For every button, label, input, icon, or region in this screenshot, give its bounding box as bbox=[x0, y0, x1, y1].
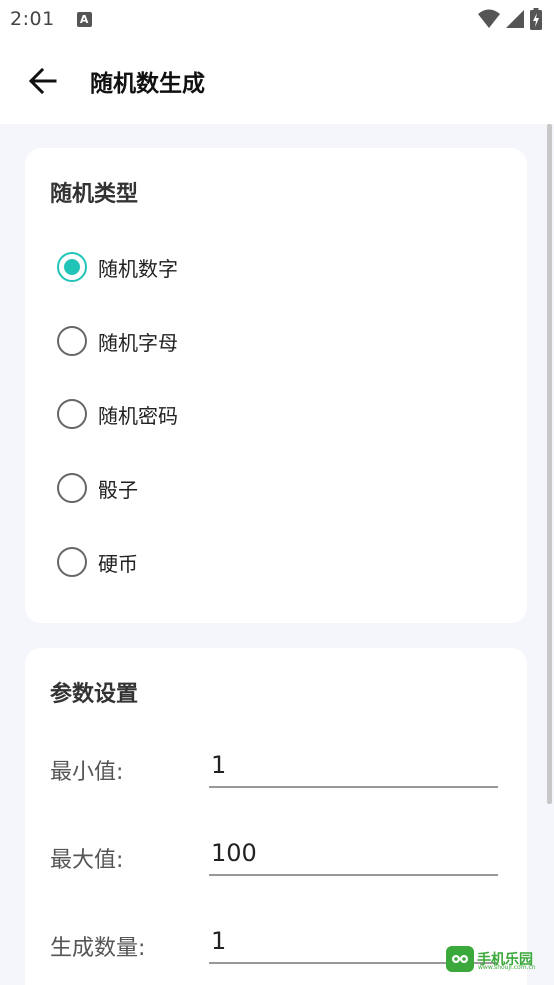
radio-label: 硬币 bbox=[98, 551, 138, 576]
max-value-input[interactable] bbox=[209, 832, 498, 876]
radio-dice[interactable]: 骰子 bbox=[57, 468, 138, 508]
radio-random-letter[interactable]: 随机字母 bbox=[57, 321, 178, 361]
watermark: 手机乐园 www.shouji.com.cn bbox=[446, 944, 550, 974]
radio-label: 随机数字 bbox=[98, 256, 178, 281]
notification-icon: A bbox=[76, 11, 92, 27]
radio-coin[interactable]: 硬币 bbox=[57, 542, 138, 582]
page-title: 随机数生成 bbox=[90, 71, 205, 97]
min-value-input[interactable] bbox=[209, 744, 498, 788]
random-type-card: 随机类型 随机数字 随机字母 随机密码 骰子 硬币 bbox=[25, 148, 527, 623]
radio-label: 骰子 bbox=[98, 477, 138, 502]
status-time: 2:01 bbox=[10, 8, 55, 30]
watermark-logo-icon bbox=[446, 946, 474, 972]
radio-button[interactable] bbox=[57, 399, 87, 429]
random-type-title: 随机类型 bbox=[50, 182, 139, 207]
min-value-label: 最小值: bbox=[50, 760, 124, 785]
radio-dot bbox=[64, 259, 80, 275]
status-icons bbox=[478, 8, 542, 30]
status-bar: 2:01 A bbox=[0, 0, 554, 38]
count-label: 生成数量: bbox=[50, 936, 146, 961]
radio-label: 随机密码 bbox=[98, 403, 178, 428]
radio-random-password[interactable]: 随机密码 bbox=[57, 394, 178, 434]
radio-random-number[interactable]: 随机数字 bbox=[57, 247, 178, 287]
wifi-icon bbox=[478, 9, 500, 28]
params-card: 参数设置 最小值: 最大值: 生成数量: bbox=[25, 648, 527, 985]
radio-label: 随机字母 bbox=[98, 330, 178, 355]
radio-button-checked[interactable] bbox=[57, 252, 87, 282]
radio-button[interactable] bbox=[57, 547, 87, 577]
battery-icon bbox=[530, 8, 542, 30]
app-bar: 随机数生成 bbox=[0, 38, 554, 124]
radio-button[interactable] bbox=[57, 473, 87, 503]
max-value-label: 最大值: bbox=[50, 848, 124, 873]
radio-button[interactable] bbox=[57, 326, 87, 356]
params-title: 参数设置 bbox=[50, 682, 139, 707]
scrollbar[interactable] bbox=[547, 124, 552, 804]
arrow-left-icon bbox=[29, 68, 57, 94]
back-button[interactable] bbox=[26, 64, 60, 98]
watermark-url: www.shouji.com.cn bbox=[478, 964, 536, 971]
cell-signal-icon bbox=[506, 10, 524, 28]
